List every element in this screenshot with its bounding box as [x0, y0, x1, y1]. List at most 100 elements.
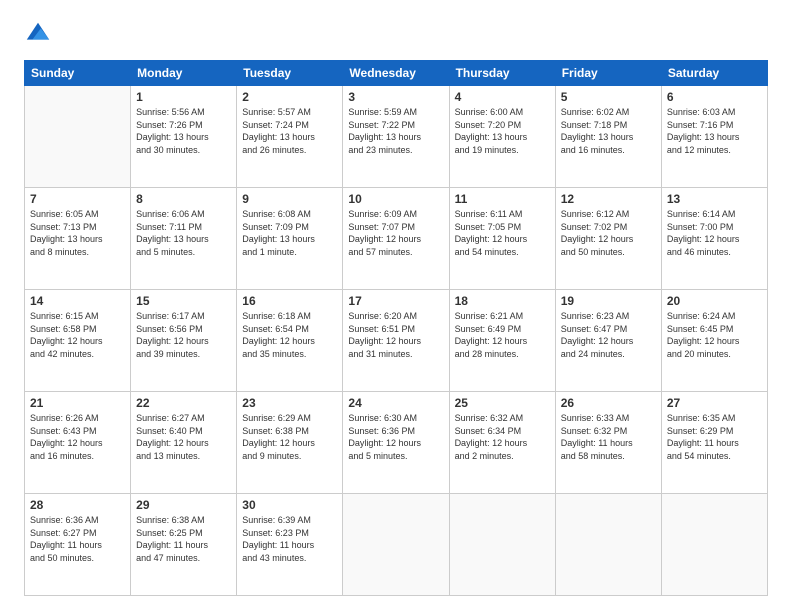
calendar-cell: 17 Sunrise: 6:20 AM Sunset: 6:51 PM Dayli… — [343, 290, 449, 392]
day-number: 8 — [136, 192, 231, 206]
day-number: 19 — [561, 294, 656, 308]
day-number: 4 — [455, 90, 550, 104]
cell-content: Sunrise: 6:00 AM Sunset: 7:20 PM Dayligh… — [455, 106, 550, 156]
cell-content: Sunrise: 6:35 AM Sunset: 6:29 PM Dayligh… — [667, 412, 762, 462]
calendar-cell: 24Sunrise: 6:30 AM Sunset: 6:36 PM Dayli… — [343, 392, 449, 494]
calendar-cell: 9Sunrise: 6:08 AM Sunset: 7:09 PM Daylig… — [237, 188, 343, 290]
cell-content: Sunrise: 6:09 AM Sunset: 7:07 PM Dayligh… — [348, 208, 443, 258]
calendar-cell — [25, 86, 131, 188]
day-number: 28 — [30, 498, 125, 512]
cell-content: Sunrise: 5:57 AM Sunset: 7:24 PM Dayligh… — [242, 106, 337, 156]
calendar-cell: 28 Sunrise: 6:36 AM Sunset: 6:27 PM Dayli… — [25, 494, 131, 596]
cell-content: Sunrise: 6:38 AM Sunset: 6:25 PM Dayligh… — [136, 514, 231, 564]
calendar-cell: 19 Sunrise: 6:23 AM Sunset: 6:47 PM Dayli… — [555, 290, 661, 392]
calendar-cell: 23Sunrise: 6:29 AM Sunset: 6:38 PM Dayli… — [237, 392, 343, 494]
day-number: 17 — [348, 294, 443, 308]
cell-content: Sunrise: 6:21 AM Sunset: 6:49 PM Dayligh… — [455, 310, 550, 360]
cell-content: Sunrise: 6:29 AM Sunset: 6:38 PM Dayligh… — [242, 412, 337, 462]
cell-content: Sunrise: 6:06 AM Sunset: 7:11 PM Dayligh… — [136, 208, 231, 258]
cell-content: Sunrise: 6:23 AM Sunset: 6:47 PM Dayligh… — [561, 310, 656, 360]
cell-content: Sunrise: 6:24 AM Sunset: 6:45 PM Dayligh… — [667, 310, 762, 360]
day-number: 20 — [667, 294, 762, 308]
cell-content: Sunrise: 6:36 AM Sunset: 6:27 PM Dayligh… — [30, 514, 125, 564]
calendar-week-3: 21Sunrise: 6:26 AM Sunset: 6:43 PM Dayli… — [25, 392, 768, 494]
day-number: 3 — [348, 90, 443, 104]
calendar-week-2: 14 Sunrise: 6:15 AM Sunset: 6:58 PM Dayli… — [25, 290, 768, 392]
calendar-cell: 21Sunrise: 6:26 AM Sunset: 6:43 PM Dayli… — [25, 392, 131, 494]
calendar-week-1: 7 Sunrise: 6:05 AM Sunset: 7:13 PM Daylig… — [25, 188, 768, 290]
day-number: 13 — [667, 192, 762, 206]
day-number: 30 — [242, 498, 337, 512]
day-header-saturday: Saturday — [661, 61, 767, 86]
day-header-wednesday: Wednesday — [343, 61, 449, 86]
calendar-cell: 18 Sunrise: 6:21 AM Sunset: 6:49 PM Dayli… — [449, 290, 555, 392]
calendar-cell: 30 Sunrise: 6:39 AM Sunset: 6:23 PM Dayli… — [237, 494, 343, 596]
day-number: 27 — [667, 396, 762, 410]
cell-content: Sunrise: 6:03 AM Sunset: 7:16 PM Dayligh… — [667, 106, 762, 156]
calendar-cell — [343, 494, 449, 596]
calendar-cell: 6 Sunrise: 6:03 AM Sunset: 7:16 PM Daylig… — [661, 86, 767, 188]
calendar-cell: 3 Sunrise: 5:59 AM Sunset: 7:22 PM Daylig… — [343, 86, 449, 188]
day-number: 1 — [136, 90, 231, 104]
day-header-friday: Friday — [555, 61, 661, 86]
cell-content: Sunrise: 6:17 AM Sunset: 6:56 PM Dayligh… — [136, 310, 231, 360]
calendar-cell: 25 Sunrise: 6:32 AM Sunset: 6:34 PM Dayli… — [449, 392, 555, 494]
day-number: 7 — [30, 192, 125, 206]
calendar-cell — [449, 494, 555, 596]
day-number: 5 — [561, 90, 656, 104]
calendar-cell: 26 Sunrise: 6:33 AM Sunset: 6:32 PM Dayli… — [555, 392, 661, 494]
day-number: 2 — [242, 90, 337, 104]
cell-content: Sunrise: 6:30 AM Sunset: 6:36 PM Dayligh… — [348, 412, 443, 462]
calendar-header-row: SundayMondayTuesdayWednesdayThursdayFrid… — [25, 61, 768, 86]
day-number: 26 — [561, 396, 656, 410]
day-number: 16 — [242, 294, 337, 308]
calendar-cell: 15 Sunrise: 6:17 AM Sunset: 6:56 PM Dayli… — [131, 290, 237, 392]
day-number: 22 — [136, 396, 231, 410]
calendar-cell — [661, 494, 767, 596]
cell-content: Sunrise: 6:05 AM Sunset: 7:13 PM Dayligh… — [30, 208, 125, 258]
cell-content: Sunrise: 5:56 AM Sunset: 7:26 PM Dayligh… — [136, 106, 231, 156]
cell-content: Sunrise: 6:39 AM Sunset: 6:23 PM Dayligh… — [242, 514, 337, 564]
cell-content: Sunrise: 6:32 AM Sunset: 6:34 PM Dayligh… — [455, 412, 550, 462]
day-number: 10 — [348, 192, 443, 206]
day-number: 29 — [136, 498, 231, 512]
calendar-cell: 11Sunrise: 6:11 AM Sunset: 7:05 PM Dayli… — [449, 188, 555, 290]
calendar-cell: 10 Sunrise: 6:09 AM Sunset: 7:07 PM Dayli… — [343, 188, 449, 290]
header — [24, 20, 768, 48]
calendar-cell: 22 Sunrise: 6:27 AM Sunset: 6:40 PM Dayli… — [131, 392, 237, 494]
day-number: 18 — [455, 294, 550, 308]
calendar-cell: 2 Sunrise: 5:57 AM Sunset: 7:24 PM Daylig… — [237, 86, 343, 188]
calendar-cell: 27 Sunrise: 6:35 AM Sunset: 6:29 PM Dayli… — [661, 392, 767, 494]
day-header-monday: Monday — [131, 61, 237, 86]
day-number: 14 — [30, 294, 125, 308]
cell-content: Sunrise: 6:14 AM Sunset: 7:00 PM Dayligh… — [667, 208, 762, 258]
day-number: 11 — [455, 192, 550, 206]
cell-content: Sunrise: 5:59 AM Sunset: 7:22 PM Dayligh… — [348, 106, 443, 156]
calendar-cell: 4 Sunrise: 6:00 AM Sunset: 7:20 PM Daylig… — [449, 86, 555, 188]
cell-content: Sunrise: 6:20 AM Sunset: 6:51 PM Dayligh… — [348, 310, 443, 360]
cell-content: Sunrise: 6:08 AM Sunset: 7:09 PM Dayligh… — [242, 208, 337, 258]
day-number: 12 — [561, 192, 656, 206]
calendar-cell: 8 Sunrise: 6:06 AM Sunset: 7:11 PM Daylig… — [131, 188, 237, 290]
cell-content: Sunrise: 6:33 AM Sunset: 6:32 PM Dayligh… — [561, 412, 656, 462]
cell-content: Sunrise: 6:27 AM Sunset: 6:40 PM Dayligh… — [136, 412, 231, 462]
page: SundayMondayTuesdayWednesdayThursdayFrid… — [0, 0, 792, 612]
calendar-cell — [555, 494, 661, 596]
cell-content: Sunrise: 6:02 AM Sunset: 7:18 PM Dayligh… — [561, 106, 656, 156]
cell-content: Sunrise: 6:15 AM Sunset: 6:58 PM Dayligh… — [30, 310, 125, 360]
day-number: 21 — [30, 396, 125, 410]
calendar-cell: 14 Sunrise: 6:15 AM Sunset: 6:58 PM Dayli… — [25, 290, 131, 392]
calendar-cell: 16Sunrise: 6:18 AM Sunset: 6:54 PM Dayli… — [237, 290, 343, 392]
day-number: 25 — [455, 396, 550, 410]
calendar-cell: 13 Sunrise: 6:14 AM Sunset: 7:00 PM Dayli… — [661, 188, 767, 290]
calendar-week-4: 28 Sunrise: 6:36 AM Sunset: 6:27 PM Dayli… — [25, 494, 768, 596]
logo-icon — [24, 20, 52, 48]
calendar-cell: 29 Sunrise: 6:38 AM Sunset: 6:25 PM Dayli… — [131, 494, 237, 596]
calendar-cell: 5 Sunrise: 6:02 AM Sunset: 7:18 PM Daylig… — [555, 86, 661, 188]
logo — [24, 20, 56, 48]
calendar-cell: 12Sunrise: 6:12 AM Sunset: 7:02 PM Dayli… — [555, 188, 661, 290]
day-number: 15 — [136, 294, 231, 308]
calendar-cell: 1 Sunrise: 5:56 AM Sunset: 7:26 PM Daylig… — [131, 86, 237, 188]
calendar-week-0: 1 Sunrise: 5:56 AM Sunset: 7:26 PM Daylig… — [25, 86, 768, 188]
day-number: 6 — [667, 90, 762, 104]
